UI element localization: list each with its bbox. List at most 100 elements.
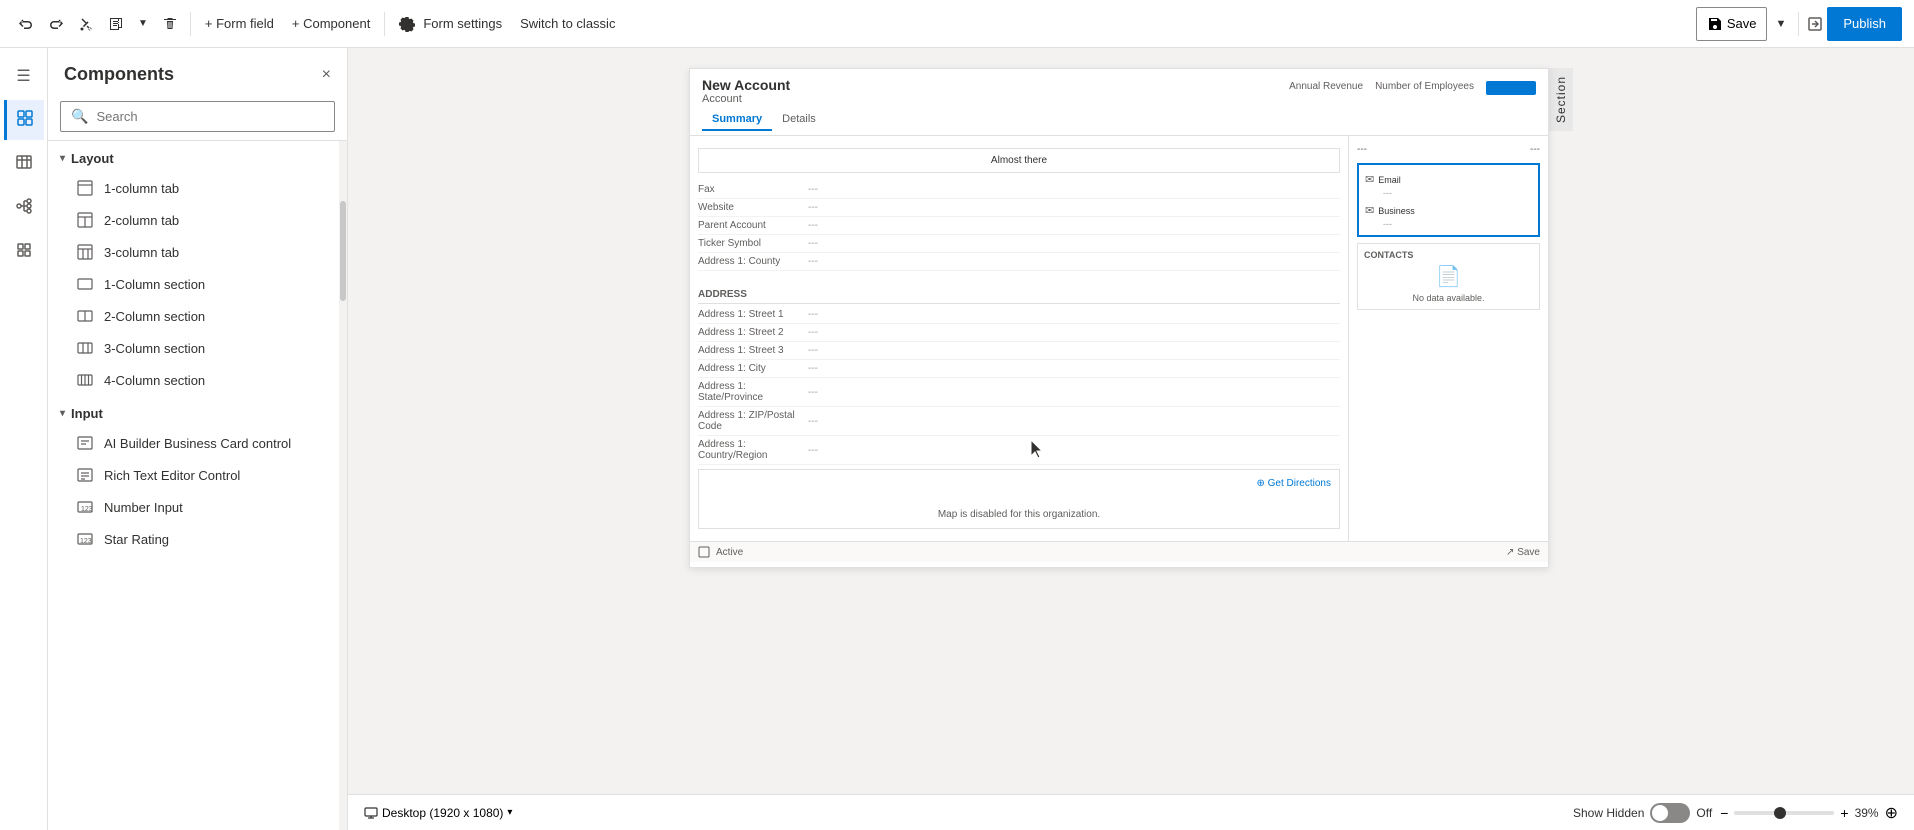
zip-label: Address 1: ZIP/Postal Code (698, 410, 808, 432)
contacts-section: CONTACTS 📄 No data available. (1357, 243, 1540, 310)
sidebar-scrollbar[interactable] (339, 141, 347, 830)
toolbar: ▼ + Form field + Component Form settings… (0, 0, 1914, 48)
layout-section-label: Layout (71, 151, 114, 166)
desktop-icon (364, 806, 378, 820)
tab-details[interactable]: Details (772, 109, 826, 131)
sidebar-item-3col-section[interactable]: 3-Column section (52, 332, 335, 364)
zoom-out-button[interactable]: − (1720, 805, 1728, 821)
email-field-label: Email (1378, 175, 1401, 185)
search-input[interactable] (96, 109, 324, 124)
sidebar-item-2col-tab[interactable]: 2-column tab (52, 204, 335, 236)
form-right-panel: --- --- ✉ Email --- ✉ Business (1348, 136, 1548, 541)
form-settings-label: Form settings (423, 16, 502, 31)
form-row-ticker: Ticker Symbol --- (698, 235, 1340, 253)
street2-label: Address 1: Street 2 (698, 327, 808, 338)
copy-button[interactable] (102, 12, 130, 36)
sidebar-item-4col-section[interactable]: 4-Column section (52, 364, 335, 396)
city-label: Address 1: City (698, 363, 808, 374)
tab-summary[interactable]: Summary (702, 109, 772, 131)
nav-form-libraries-button[interactable] (4, 232, 44, 272)
zoom-slider[interactable] (1734, 811, 1834, 815)
form-row-street1: Address 1: Street 1 --- (698, 306, 1340, 324)
rich-text-icon (76, 466, 94, 484)
publish-label: Publish (1843, 16, 1886, 31)
crosshair-icon: ⊕ (1885, 805, 1898, 822)
layout-section-header[interactable]: ▾ Layout (48, 141, 339, 172)
sidebar-item-3col-tab[interactable]: 3-column tab (52, 236, 335, 268)
form-libraries-icon (15, 241, 33, 264)
status-left: Desktop (1920 x 1080) ▾ (364, 806, 512, 820)
2col-section-label: 2-Column section (104, 309, 205, 324)
form-row-website: Website --- (698, 199, 1340, 217)
ai-builder-icon (76, 434, 94, 452)
sidebar-item-rich-text[interactable]: Rich Text Editor Control (52, 459, 335, 491)
desktop-selector-button[interactable]: Desktop (1920 x 1080) ▾ (364, 806, 512, 820)
nav-tree-view-button[interactable] (4, 188, 44, 228)
map-disabled-text: Map is disabled for this organization. (707, 509, 1331, 520)
save-bottom-label: ↗ Save (1506, 547, 1540, 558)
main-layout: ☰ Components × (0, 48, 1914, 830)
save-button[interactable]: Save (1696, 7, 1768, 41)
sidebar-close-button[interactable]: × (322, 66, 331, 84)
get-directions-button[interactable]: ⊕ Get Directions (1256, 478, 1331, 489)
publish-button[interactable]: Publish (1827, 7, 1902, 41)
form-row-state: Address 1: State/Province --- (698, 378, 1340, 407)
fax-value: --- (808, 184, 818, 195)
cut-button[interactable] (72, 12, 100, 36)
search-icon: 🔍 (71, 108, 88, 125)
copy-dropdown-button[interactable]: ▼ (132, 14, 154, 33)
form-row-city: Address 1: City --- (698, 360, 1340, 378)
desktop-label: Desktop (1920 x 1080) (382, 806, 503, 820)
form-subtitle: Account (702, 93, 790, 105)
input-section-header[interactable]: ▾ Input (48, 396, 339, 427)
sidebar-scroll-thumb (340, 201, 346, 301)
hamburger-icon: ☰ (16, 66, 30, 86)
email-field-value: --- (1365, 188, 1532, 198)
fit-screen-button[interactable]: ⊕ (1885, 803, 1898, 823)
undo-button[interactable] (12, 12, 40, 36)
component-label: + Component (292, 16, 370, 31)
table-columns-icon (15, 153, 33, 176)
sidebar-search-container: 🔍 (48, 93, 347, 141)
form-body: Almost there Fax --- Website --- (690, 136, 1548, 541)
star-rating-label: Star Rating (104, 532, 169, 547)
save-dropdown-button[interactable]: ▼ (1771, 14, 1790, 34)
component-button[interactable]: + Component (284, 12, 378, 35)
form-row-street2: Address 1: Street 2 --- (698, 324, 1340, 342)
2col-section-icon (76, 307, 94, 325)
switch-classic-button[interactable]: Switch to classic (512, 12, 623, 35)
main-fields-group: Fax --- Website --- Parent Account --- (698, 177, 1340, 275)
form-settings-button[interactable]: Form settings (391, 12, 510, 36)
layout-chevron-icon: ▾ (60, 153, 65, 164)
sidebar-item-2col-section[interactable]: 2-Column section (52, 300, 335, 332)
nav-components-button[interactable] (4, 100, 44, 140)
form-field-button[interactable]: + Form field (197, 12, 282, 35)
right-top-val1: --- (1357, 144, 1367, 155)
almost-there-text: Almost there (991, 155, 1047, 166)
county-value: --- (808, 256, 818, 267)
divider2 (384, 12, 385, 36)
show-hidden-toggle[interactable] (1650, 803, 1690, 823)
sidebar-item-number-input[interactable]: 123 Number Input (52, 491, 335, 523)
sidebar-item-star-rating[interactable]: 123 Star Rating (52, 523, 335, 555)
sidebar-item-ai-builder[interactable]: AI Builder Business Card control (52, 427, 335, 459)
ticker-label: Ticker Symbol (698, 238, 808, 249)
nav-table-columns-button[interactable] (4, 144, 44, 184)
delete-button[interactable] (156, 12, 184, 36)
active-label: Active (716, 547, 743, 558)
components-icon (16, 109, 34, 132)
nav-menu-button[interactable]: ☰ (4, 56, 44, 96)
redo-button[interactable] (42, 12, 70, 36)
3col-section-label: 3-Column section (104, 341, 205, 356)
zoom-in-button[interactable]: + (1840, 805, 1848, 821)
sidebar-item-1col-section[interactable]: 1-Column section (52, 268, 335, 300)
business-icon: ✉ (1365, 204, 1374, 217)
sidebar-item-1col-tab[interactable]: 1-column tab (52, 172, 335, 204)
address-section: ADDRESS Address 1: Street 1 --- Address … (698, 283, 1340, 465)
almost-there-box: Almost there (698, 148, 1340, 173)
show-hidden-container: Show Hidden Off (1573, 803, 1712, 823)
1col-tab-label: 1-column tab (104, 181, 179, 196)
zoom-thumb (1774, 807, 1786, 819)
form-row-parent-account: Parent Account --- (698, 217, 1340, 235)
svg-text:123: 123 (81, 506, 93, 513)
